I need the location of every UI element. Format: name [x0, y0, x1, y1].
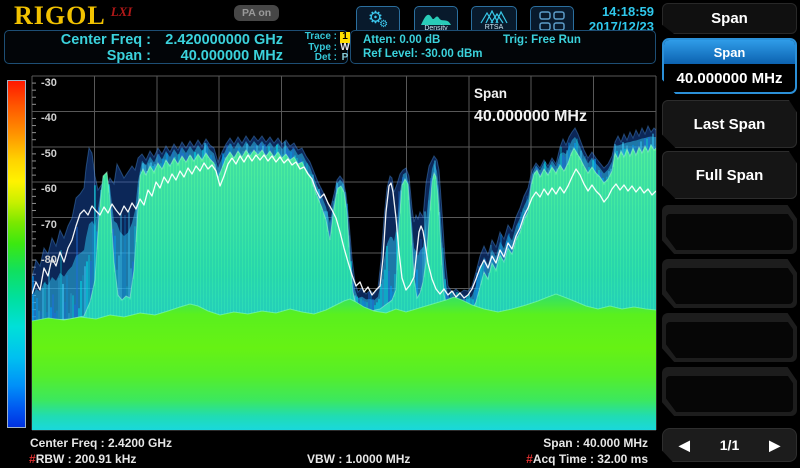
status-bar: Center Freq : 2.4200 GHz Span : 40.000 M… — [0, 432, 658, 468]
y-axis-label: -30 — [41, 77, 57, 89]
y-axis-label: -40 — [41, 112, 57, 124]
softkey-empty-3 — [662, 313, 797, 362]
spectrum-analyzer-screen: RIGOLLXI PA on ⚙⚙ Density RTSA — [0, 0, 800, 468]
status-vbw: VBW : 1.0000 MHz — [307, 452, 410, 466]
y-axis-label: -60 — [41, 183, 57, 195]
rbw-coupled-marker: # — [29, 452, 36, 466]
frequency-panel: Center Freq : 2.420000000 GHz Span : 40.… — [4, 30, 348, 64]
status-center-freq: Center Freq : 2.4200 GHz — [30, 436, 172, 450]
center-freq-value: 2.420000000 GHz — [155, 32, 283, 48]
softkey-empty-2 — [662, 259, 797, 308]
ref-level-value: Ref Level: -30.00 dBm — [363, 47, 655, 61]
softkey-span-active[interactable]: Span 40.000000 MHz — [662, 38, 797, 94]
window-grid-icon — [539, 11, 565, 31]
pager-page-label: 1/1 — [720, 437, 739, 453]
trace-number-1: 1 — [340, 32, 350, 43]
overlay-span-value: 40.000000 MHz — [474, 108, 587, 126]
softkey-menu: Span Span 40.000000 MHz Last Span Full S… — [658, 0, 800, 468]
pa-on-button[interactable]: PA on — [234, 5, 279, 21]
acq-coupled-marker: # — [526, 452, 533, 466]
det-row-label: Det : — [299, 53, 337, 64]
softkey-full-span[interactable]: Full Span — [662, 151, 797, 199]
status-rbw: #RBW : 200.91 kHz — [29, 452, 136, 466]
density-icon — [421, 10, 451, 25]
rigol-logo-text: RIGOL — [14, 1, 106, 30]
status-span: Span : 40.000 MHz — [543, 436, 648, 450]
lxi-badge: LXI — [111, 4, 133, 19]
menu-title: Span — [662, 3, 797, 34]
span-value: 40.000000 MHz — [155, 48, 283, 64]
softkey-empty-4 — [662, 367, 797, 416]
header: RIGOLLXI PA on ⚙⚙ Density RTSA — [0, 0, 658, 66]
trace-row-label: Trace : — [299, 32, 337, 43]
y-axis-label: -80 — [41, 254, 57, 266]
pager-prev-icon[interactable]: ◀ — [679, 437, 690, 454]
trigger-value: Trig: Free Run — [503, 33, 581, 47]
softkey-last-span[interactable]: Last Span — [662, 100, 797, 148]
rtsa-icon — [480, 10, 508, 24]
status-acq-time: #Acq Time : 32.00 ms — [526, 452, 648, 466]
trace-det-1: P — [340, 53, 350, 64]
active-span-label: Span — [664, 40, 795, 64]
pager-next-icon[interactable]: ▶ — [769, 437, 780, 454]
time-display: 14:18:59 — [584, 4, 654, 19]
overlay-span-label: Span — [474, 86, 587, 101]
center-freq-label: Center Freq : — [43, 32, 151, 48]
menu-pager[interactable]: ◀ 1/1 ▶ — [662, 428, 797, 462]
spectrum-display: -30 -40 -50 -60 -70 -80 Span 40.000000 MHz — [0, 66, 658, 432]
rbw-value: RBW : 200.91 kHz — [36, 452, 137, 466]
softkey-empty-1 — [662, 205, 797, 254]
settings-panel: Atten: 0.00 dB Ref Level: -30.00 dBm Tri… — [350, 30, 656, 64]
y-axis-label: -70 — [41, 219, 57, 231]
acq-value: Acq Time : 32.00 ms — [533, 452, 648, 466]
span-overlay: Span 40.000000 MHz — [474, 86, 587, 126]
active-span-value: 40.000000 MHz — [664, 64, 795, 92]
rigol-logo: RIGOL LXI — [14, 1, 132, 31]
span-label: Span : — [43, 48, 151, 64]
y-axis-label: -50 — [41, 148, 57, 160]
